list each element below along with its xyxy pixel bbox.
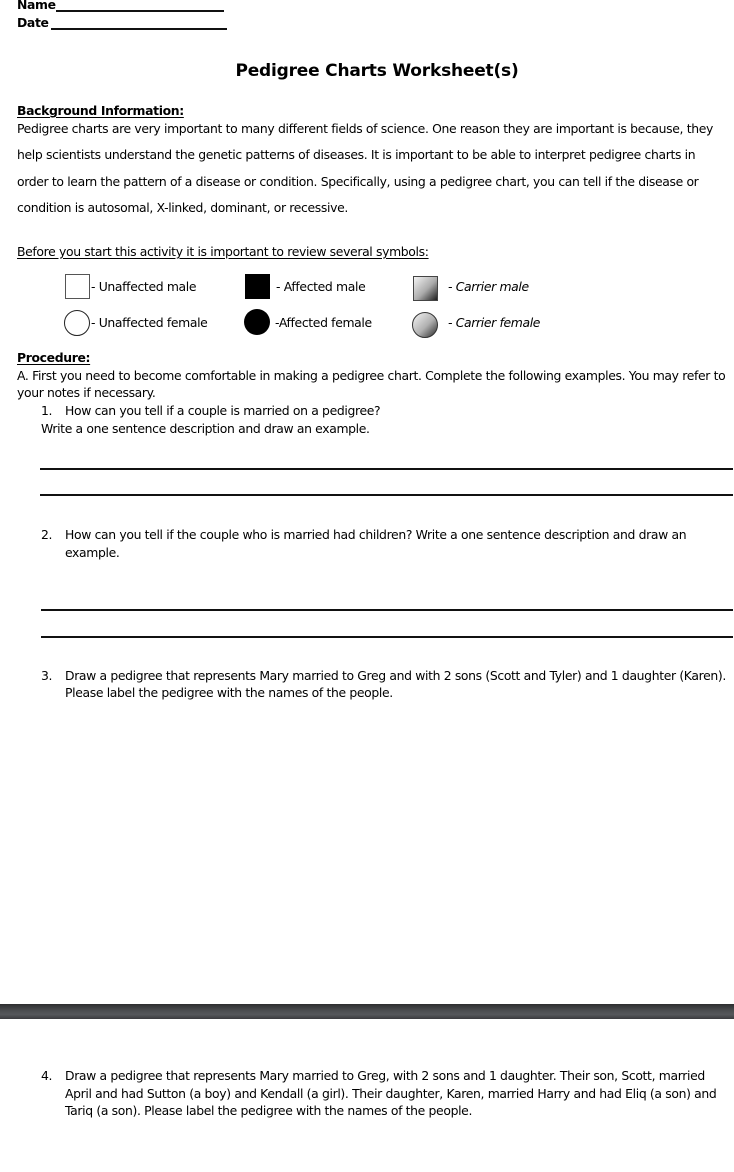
procedure-heading: Procedure: [17, 350, 91, 365]
question-2-number: 2. [41, 527, 53, 542]
unaffected-male-square-icon [65, 274, 90, 299]
affected-female-label: -Affected female [275, 315, 372, 330]
affected-male-square-icon [245, 274, 270, 299]
page-break-divider [0, 1004, 734, 1019]
question-1-answer-line-2[interactable] [40, 494, 733, 496]
affected-female-circle-icon [244, 309, 270, 335]
question-1-number: 1. [41, 403, 53, 418]
background-line-2: help scientists understand the genetic p… [17, 147, 696, 162]
question-2-answer-line-2[interactable] [41, 636, 733, 638]
question-4-text-line-3: Tariq (a son). Please label the pedigree… [65, 1103, 473, 1118]
unaffected-female-circle-icon [64, 310, 90, 336]
carrier-male-square-icon [413, 276, 438, 301]
question-2-text-line-1: How can you tell if the couple who is ma… [65, 527, 687, 542]
unaffected-male-label: - Unaffected male [91, 279, 197, 294]
question-1-instruction: Write a one sentence description and dra… [41, 421, 370, 436]
question-4-text-line-1: Draw a pedigree that represents Mary mar… [65, 1068, 705, 1083]
carrier-female-label: - Carrier female [448, 315, 541, 330]
date-label: Date [17, 15, 49, 30]
date-field-line[interactable] [51, 28, 227, 30]
question-2-text-line-2: example. [65, 545, 120, 560]
carrier-male-label: - Carrier male [448, 279, 529, 294]
question-1-text: How can you tell if a couple is married … [65, 403, 381, 418]
background-line-4: condition is autosomal, X-linked, domina… [17, 200, 348, 215]
question-4-text-line-2: April and had Sutton (a boy) and Kendall… [65, 1086, 717, 1101]
procedure-intro-line-2: your notes if necessary. [17, 385, 156, 400]
page-title: Pedigree Charts Worksheet(s) [235, 61, 519, 81]
carrier-female-circle-icon [412, 312, 438, 338]
symbols-heading: Before you start this activity it is imp… [17, 244, 429, 259]
procedure-intro-line-1: A. First you need to become comfortable … [17, 368, 726, 383]
background-line-3: order to learn the pattern of a disease … [17, 174, 699, 189]
question-2-answer-line-1[interactable] [41, 609, 733, 611]
background-line-1: Pedigree charts are very important to ma… [17, 121, 713, 136]
question-4-number: 4. [41, 1068, 53, 1083]
affected-male-label: - Affected male [276, 279, 366, 294]
question-3-number: 3. [41, 668, 53, 683]
background-heading: Background Information: [17, 103, 184, 118]
question-3-drawing-area[interactable] [40, 710, 730, 990]
question-3-text-line-2: Please label the pedigree with the names… [65, 685, 393, 700]
unaffected-female-label: - Unaffected female [91, 315, 208, 330]
question-4-drawing-area[interactable] [40, 1125, 730, 1170]
name-label: Name [17, 0, 56, 12]
question-3-text-line-1: Draw a pedigree that represents Mary mar… [65, 668, 726, 683]
question-1-answer-line-1[interactable] [40, 468, 733, 470]
name-field-line[interactable] [56, 10, 224, 12]
